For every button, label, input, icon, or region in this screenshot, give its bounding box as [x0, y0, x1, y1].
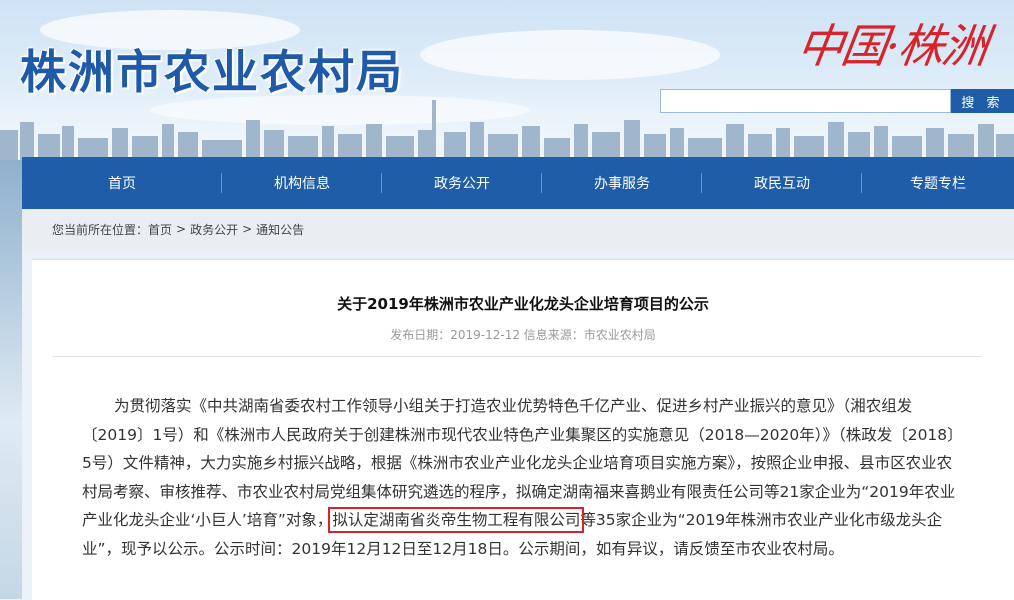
nav-item-label: 专题专栏	[910, 176, 966, 192]
nav-item-home[interactable]: 首页	[22, 157, 222, 209]
left-decorative-strip	[0, 160, 22, 599]
nav-item-label: 政民互动	[754, 176, 810, 192]
search-button[interactable]: 搜 索	[950, 89, 1014, 113]
breadcrumb-link-gov-affairs[interactable]: 政务公开	[190, 221, 238, 238]
breadcrumb: 您当前所在位置： 首页 > 政务公开 > 通知公告	[22, 209, 1014, 249]
site-title: 株洲市农业农村局	[20, 45, 404, 99]
nav-item-label: 政务公开	[434, 176, 490, 192]
nav-item-org-info[interactable]: 机构信息	[222, 157, 382, 209]
breadcrumb-prefix: 您当前所在位置：	[52, 222, 149, 237]
article-meta: 发布日期：2019-12-12 信息来源：市农业农村局	[390, 328, 656, 342]
article-card: 关于2019年株洲市农业产业化龙头企业培育项目的公示 发布日期：2019-12-…	[32, 259, 1014, 600]
nav-item-interaction[interactable]: 政民互动	[702, 157, 862, 209]
nav-item-label: 办事服务	[594, 176, 650, 192]
article-body: 为贯彻落实《中共湖南省委农村工作领导小组关于打造农业优势特色千亿产业、促进乡村产…	[82, 392, 962, 563]
nav-item-services[interactable]: 办事服务	[542, 157, 702, 209]
nav-item-label: 首页	[108, 176, 136, 192]
article-title: 关于2019年株洲市农业产业化龙头企业培育项目的公示	[337, 295, 709, 313]
breadcrumb-link-home[interactable]: 首页	[148, 221, 172, 238]
nav-item-special-topics[interactable]: 专题专栏	[862, 157, 1014, 209]
brand-logo-text: 中国·株洲	[793, 19, 990, 73]
search-input[interactable]	[660, 89, 951, 113]
nav-item-label: 机构信息	[274, 176, 330, 192]
breadcrumb-link-notices[interactable]: 通知公告	[256, 221, 304, 238]
search-bar: 搜 索	[660, 89, 1014, 113]
divider	[52, 356, 982, 357]
highlighted-text: 拟认定湖南省炎帝生物工程有限公司	[328, 507, 585, 533]
nav-item-gov-affairs[interactable]: 政务公开	[382, 157, 542, 209]
main-nav: 首页 机构信息 政务公开 办事服务 政民互动 专题专栏	[22, 157, 1014, 209]
breadcrumb-separator: >	[176, 222, 187, 236]
cloud-decoration	[420, 30, 720, 80]
article-body-text: 为贯彻落实《中共湖南省委农村工作领导小组关于打造农业优势特色千亿产业、促进乡村产…	[82, 397, 956, 529]
site-header: 株洲市农业农村局 中国·株洲 搜 索	[0, 0, 1014, 160]
breadcrumb-separator: >	[242, 222, 253, 236]
